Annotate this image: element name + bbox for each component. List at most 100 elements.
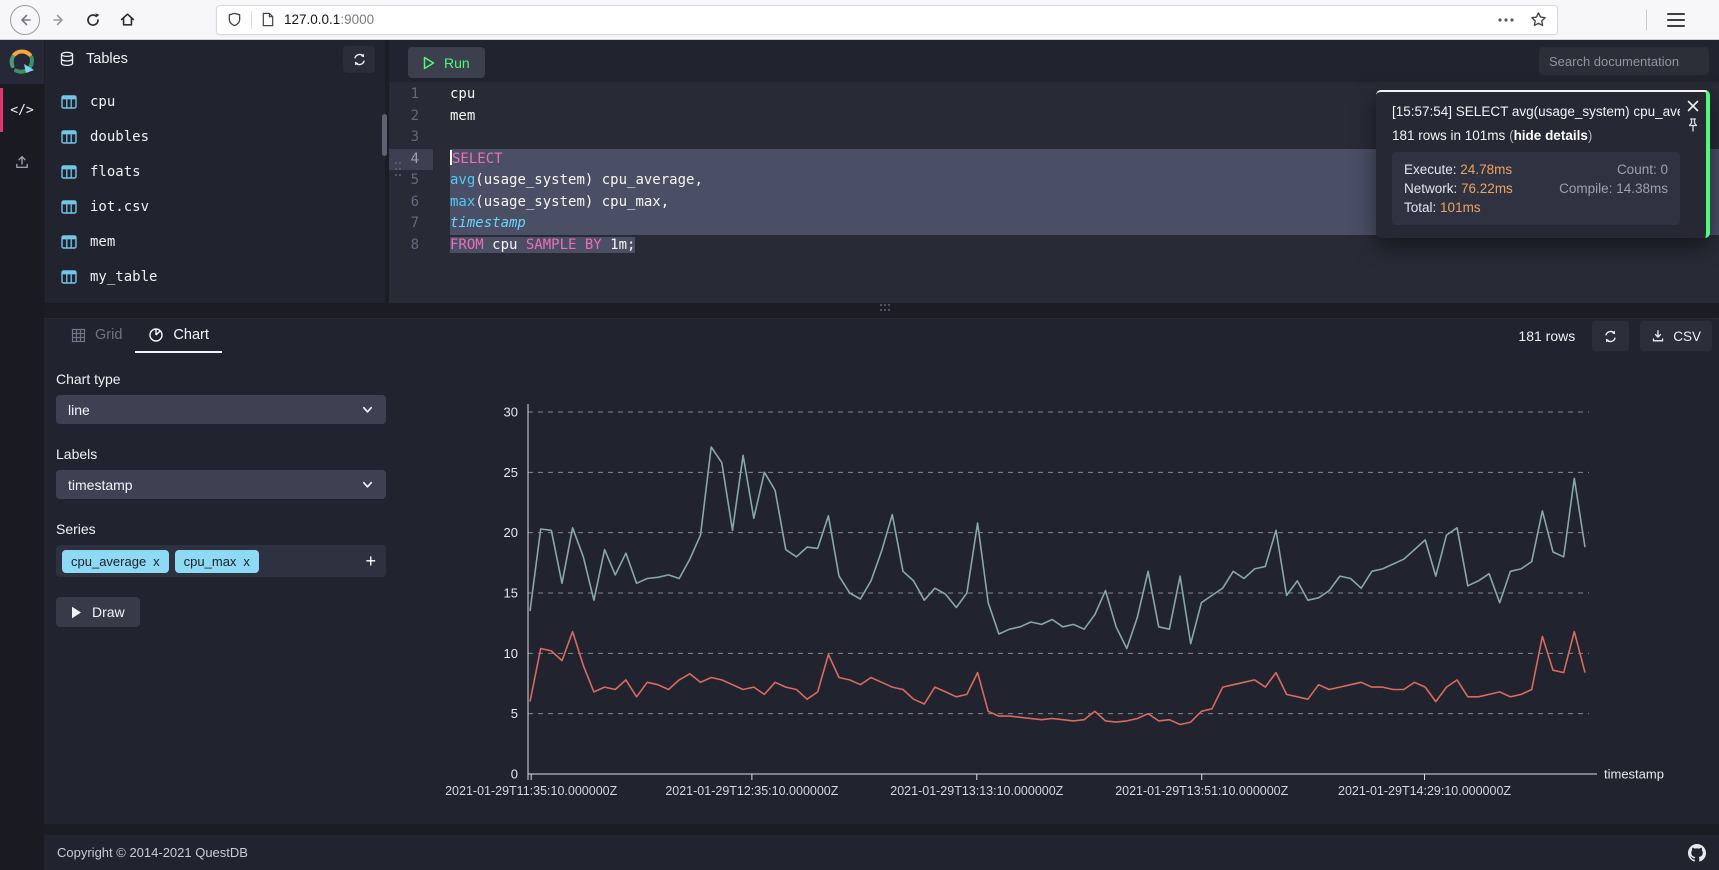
pie-chart-icon [148,327,164,343]
url-bar[interactable]: 127.0.0.1:9000 [216,5,1558,35]
refresh-icon [352,52,367,67]
upload-icon [14,154,30,170]
labels-label: Labels [56,446,386,462]
results-refresh-button[interactable] [1592,321,1629,351]
line-number: 3 [389,127,433,149]
tab-grid[interactable]: Grid [58,319,135,351]
chart-type-label: Chart type [56,371,386,387]
table-item-doubles[interactable]: doubles [45,119,385,154]
arrow-left-icon [17,12,33,28]
url-host: 127.0.0.1 [284,12,340,27]
table-item-mem[interactable]: mem [45,224,385,259]
browser-forward-button[interactable] [44,5,74,35]
table-icon [61,200,77,214]
questdb-logo[interactable] [0,40,44,84]
table-item-my_table[interactable]: my_table [45,259,385,294]
arrow-right-icon [51,12,67,28]
compile-time: 14.38ms [1616,181,1668,196]
tab-chart[interactable]: Chart [135,319,221,351]
url-port: :9000 [340,12,374,27]
url-separator [251,11,252,29]
footer: Copyright © 2014-2021 QuestDB [44,835,1719,870]
table-icon [61,270,77,284]
pin-icon[interactable] [1687,118,1699,132]
remove-chip-icon[interactable]: x [153,554,160,569]
copyright-text: Copyright © 2014-2021 QuestDB [57,845,248,860]
table-name: iot.csv [90,199,149,215]
csv-download-button[interactable]: CSV [1640,321,1712,351]
toolbar-divider [1646,10,1647,30]
browser-back-button[interactable] [10,5,40,35]
svg-text:10: 10 [504,646,518,661]
remove-chip-icon[interactable]: x [243,554,250,569]
table-item-floats[interactable]: floats [45,154,385,189]
series-input[interactable]: cpu_averagex cpu_maxx + [56,545,386,577]
code-icon: </> [10,103,33,118]
left-rail: </> [0,40,44,870]
reload-icon [85,12,101,28]
table-icon [61,165,77,179]
line-number: 8 [389,235,433,257]
draw-label: Draw [92,604,125,620]
chart-type-select[interactable]: line [56,395,386,424]
table-name: floats [90,164,141,180]
search-documentation-input[interactable] [1539,47,1709,75]
questdb-console: </> Tables cpu doubles floats iot.csv memmy_… [0,40,1719,870]
editor-toolbar: Run [389,40,1719,82]
import-nav-item[interactable] [0,136,44,188]
url-text: 127.0.0.1:9000 [284,12,374,27]
draw-button[interactable]: Draw [56,597,140,627]
table-icon [61,130,77,144]
svg-text:2021-01-29T14:29:10.000000Z: 2021-01-29T14:29:10.000000Z [1338,784,1511,798]
line-number: 6 [389,192,433,214]
shield-icon[interactable] [227,12,242,27]
splitter-handle[interactable] [877,304,893,312]
browser-home-button[interactable] [112,5,142,35]
tables-header: Tables [45,40,385,78]
github-icon[interactable] [1688,844,1706,862]
run-button[interactable]: Run [408,47,485,78]
series-chip[interactable]: cpu_averagex [62,550,169,573]
tab-chart-label: Chart [173,327,208,343]
timing-details: Execute: 24.78ms Network: 76.22ms Total:… [1392,152,1680,225]
menu-hamburger-icon[interactable] [1661,5,1691,35]
browser-toolbar: 127.0.0.1:9000 [0,0,1719,40]
labels-select[interactable]: timestamp [56,470,386,499]
sidebar-scrollbar[interactable] [382,114,387,156]
table-item-cpu[interactable]: cpu [45,84,385,119]
browser-reload-button[interactable] [78,5,108,35]
svg-text:0: 0 [511,767,518,782]
svg-text:2021-01-29T11:35:10.000000Z: 2021-01-29T11:35:10.000000Z [445,784,617,798]
table-icon [61,95,77,109]
home-icon [119,11,136,28]
rows-count: 181 rows [1518,328,1575,344]
hide-details-link[interactable]: hide details [1514,128,1588,143]
active-indicator [0,88,3,132]
refresh-icon [1603,329,1618,344]
svg-text:25: 25 [504,465,518,480]
screen: 127.0.0.1:9000 [0,0,1719,870]
table-item-iot.csv[interactable]: iot.csv [45,189,385,224]
pane-resize-handle[interactable] [395,162,403,178]
tab-grid-label: Grid [95,327,122,343]
page-actions-icon[interactable] [1498,18,1514,22]
total-time: 101ms [1440,200,1481,215]
svg-text:timestamp: timestamp [1604,767,1664,782]
grid-icon [71,328,86,343]
add-series-button[interactable]: + [365,552,376,570]
bookmark-star-icon[interactable] [1530,11,1547,28]
chevron-down-icon [361,478,374,491]
table-list: cpu doubles floats iot.csv memmy_table [45,78,385,294]
svg-text:20: 20 [504,525,518,540]
play-outline-icon [423,56,435,70]
tables-refresh-button[interactable] [343,46,375,73]
sql-console-nav-item[interactable]: </> [0,84,44,136]
download-icon [1651,329,1665,343]
table-name: doubles [90,129,149,145]
play-icon [71,606,82,619]
line-number: 1 [389,84,433,106]
labels-value: timestamp [68,477,133,493]
series-chip[interactable]: cpu_maxx [175,550,259,573]
close-icon[interactable] [1687,100,1699,112]
page-icon[interactable] [261,12,275,27]
